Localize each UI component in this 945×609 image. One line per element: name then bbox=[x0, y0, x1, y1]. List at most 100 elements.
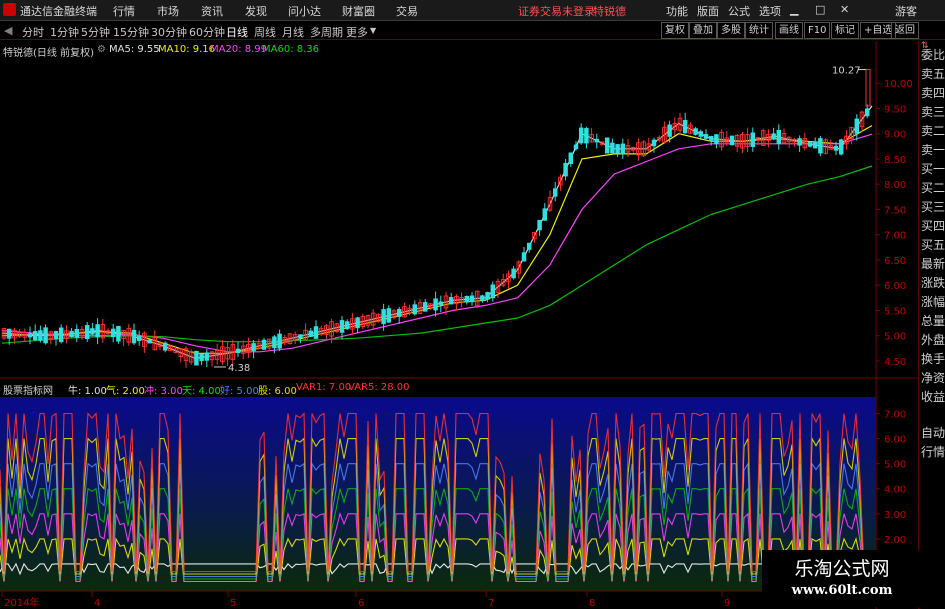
indicator-tick-label: 5.00 bbox=[884, 460, 906, 471]
menu-item-options[interactable]: 选项 bbox=[759, 3, 781, 19]
tool-stats[interactable]: 统计 bbox=[745, 22, 773, 39]
period-60min[interactable]: 60分钟 bbox=[189, 24, 225, 40]
menu-item-market[interactable]: 行情 bbox=[113, 3, 135, 19]
time-tick-label: 7 bbox=[488, 598, 494, 609]
more-dropdown-icon[interactable]: ▼ bbox=[370, 26, 376, 35]
candle-body bbox=[480, 295, 485, 301]
panel-sell2[interactable]: 卖二 bbox=[921, 122, 945, 139]
app-logo-icon bbox=[3, 3, 16, 16]
panel-outer[interactable]: 外盘 bbox=[921, 331, 945, 348]
candle-body bbox=[485, 292, 490, 300]
panel-sell1[interactable]: 卖一 bbox=[921, 141, 945, 158]
candle-body bbox=[865, 69, 871, 107]
time-tick-label: 2014年 bbox=[4, 596, 39, 609]
panel-net-assets[interactable]: 净资 bbox=[921, 369, 945, 386]
candle-body bbox=[204, 352, 210, 361]
period-15min[interactable]: 15分钟 bbox=[113, 24, 149, 40]
panel-buy2[interactable]: 买二 bbox=[921, 179, 945, 196]
guest-label[interactable]: 游客 bbox=[895, 3, 917, 19]
period-1min[interactable]: 1分钟 bbox=[50, 24, 79, 40]
quote-side-panel: ⇅ 委比 卖五 卖四 卖三 卖二 卖一 买一 买二 买三 买四 买五 最新 涨跌… bbox=[918, 41, 945, 609]
candle-body bbox=[381, 309, 386, 325]
candle-body bbox=[854, 118, 860, 134]
menu-item-formula[interactable]: 公式 bbox=[728, 3, 750, 19]
menu-item-markets[interactable]: 市场 bbox=[157, 3, 179, 19]
candle-body bbox=[116, 325, 121, 342]
candle-body bbox=[396, 309, 402, 317]
menu-item-layout[interactable]: 版面 bbox=[697, 3, 719, 19]
panel-weibi[interactable]: 委比 bbox=[921, 46, 945, 63]
candle-body bbox=[6, 328, 12, 339]
candle-body bbox=[464, 295, 470, 303]
candle-body bbox=[339, 320, 345, 333]
tool-back[interactable]: 返回 bbox=[891, 22, 919, 39]
panel-buy5[interactable]: 买五 bbox=[921, 236, 945, 253]
price-tick-label: 7.00 bbox=[884, 231, 906, 242]
panel-earnings[interactable]: 收益 bbox=[921, 388, 945, 405]
tool-multi-stock[interactable]: 多股 bbox=[717, 22, 745, 39]
panel-buy3[interactable]: 买三 bbox=[921, 198, 945, 215]
candle-body bbox=[344, 321, 350, 330]
period-5min[interactable]: 5分钟 bbox=[81, 24, 110, 40]
period-bar: ◀ 分时 1分钟 5分钟 15分钟 30分钟 60分钟 日线 周线 月线 多周期… bbox=[0, 21, 945, 40]
login-notice[interactable]: 证券交易未登录 bbox=[518, 3, 595, 19]
candle-body bbox=[511, 268, 516, 279]
candle-body bbox=[95, 324, 100, 338]
panel-sell4[interactable]: 卖四 bbox=[921, 84, 945, 101]
minimize-icon[interactable]: ▁ bbox=[790, 3, 798, 16]
menu-item-wealth[interactable]: 财富圈 bbox=[342, 3, 375, 19]
tool-fuquan[interactable]: 复权 bbox=[661, 22, 689, 39]
panel-buy4[interactable]: 买四 bbox=[921, 217, 945, 234]
panel-change-pct[interactable]: 涨幅 bbox=[921, 293, 945, 310]
menu-item-discover[interactable]: 发现 bbox=[245, 3, 267, 19]
period-monthly[interactable]: 月线 bbox=[282, 24, 304, 40]
period-arrow-icon[interactable]: ◀ bbox=[4, 24, 12, 37]
price-tick-label: 9.00 bbox=[884, 130, 906, 141]
menu-item-trade[interactable]: 交易 bbox=[396, 3, 418, 19]
high-price-label: 10.27 bbox=[832, 66, 861, 77]
period-more[interactable]: 更多 bbox=[346, 24, 368, 40]
panel-quote[interactable]: 行情 bbox=[921, 443, 945, 460]
panel-sell5[interactable]: 卖五 bbox=[921, 65, 945, 82]
panel-turnover[interactable]: 换手 bbox=[921, 350, 945, 367]
tool-draw[interactable]: 画线 bbox=[775, 22, 803, 39]
window-icon[interactable]: □ bbox=[815, 3, 825, 16]
period-weekly[interactable]: 周线 bbox=[254, 24, 276, 40]
tool-overlay[interactable]: 叠加 bbox=[689, 22, 717, 39]
candle-body bbox=[438, 301, 444, 305]
candle-body bbox=[797, 138, 802, 146]
panel-sell3[interactable]: 卖三 bbox=[921, 103, 945, 120]
candle-body bbox=[594, 138, 600, 143]
panel-change[interactable]: 涨跌 bbox=[921, 274, 945, 291]
candle-body bbox=[199, 353, 204, 362]
tool-f10[interactable]: F10 bbox=[804, 22, 831, 39]
panel-buy1[interactable]: 买一 bbox=[921, 160, 945, 177]
menu-item-news[interactable]: 资讯 bbox=[201, 3, 223, 19]
panel-volume[interactable]: 总量 bbox=[921, 312, 945, 329]
period-daily[interactable]: 日线 bbox=[226, 24, 248, 40]
candle-body bbox=[277, 333, 282, 349]
menu-item-ask[interactable]: 问小达 bbox=[288, 3, 321, 19]
ma-line-ma60 bbox=[1, 165, 873, 344]
low-price-label: 4.38 bbox=[228, 363, 250, 374]
kline-chart[interactable]: 10.27 4.38 10.00 9.50 9.00 8.50 8.00 7.50 7.00 6… bbox=[0, 41, 918, 609]
stock-link[interactable]: 特锐德 bbox=[593, 3, 626, 19]
candle-body bbox=[776, 129, 782, 145]
period-intraday[interactable]: 分时 bbox=[22, 24, 44, 40]
candle-body bbox=[667, 124, 672, 137]
tool-mark[interactable]: 标记 bbox=[831, 22, 859, 39]
period-multi[interactable]: 多周期 bbox=[310, 24, 343, 40]
candle-body bbox=[433, 298, 438, 311]
candle-body bbox=[131, 329, 137, 344]
indicator-tick-label: 6.00 bbox=[884, 435, 906, 446]
candle-body bbox=[251, 343, 256, 352]
candle-body bbox=[521, 252, 527, 262]
panel-latest[interactable]: 最新 bbox=[921, 255, 945, 272]
menu-item-function[interactable]: 功能 bbox=[666, 3, 688, 19]
candle-body bbox=[272, 336, 277, 349]
period-30min[interactable]: 30分钟 bbox=[151, 24, 187, 40]
panel-auto[interactable]: 自动 bbox=[921, 424, 945, 441]
candle-body bbox=[194, 350, 199, 366]
close-icon[interactable]: ✕ bbox=[840, 3, 849, 16]
candle-body bbox=[38, 330, 43, 341]
